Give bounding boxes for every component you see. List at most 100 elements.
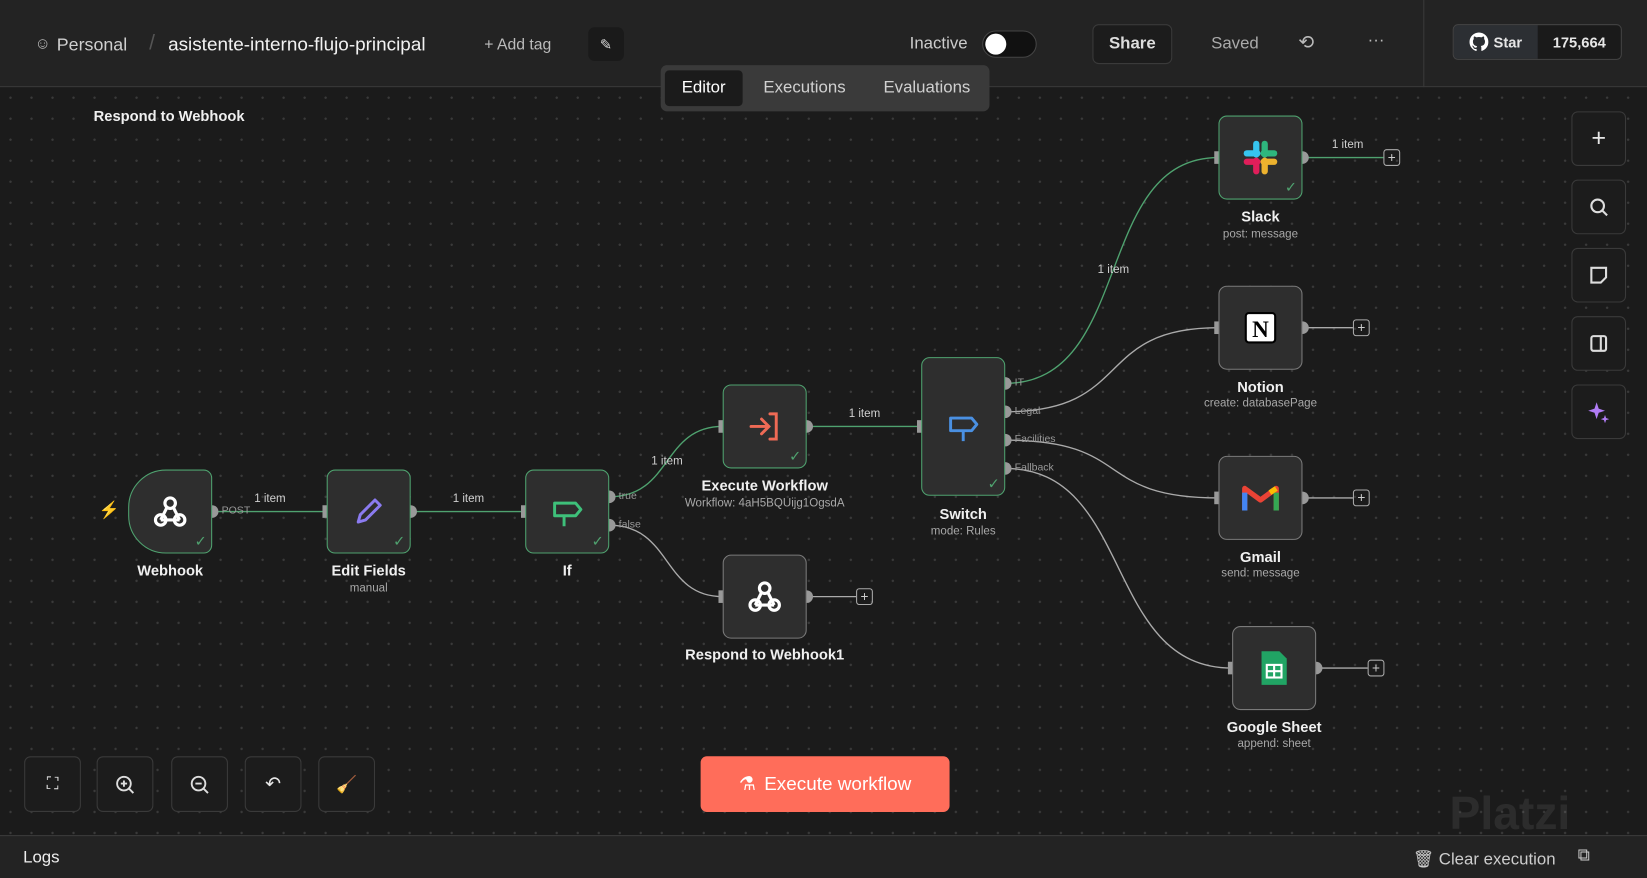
trigger-lightning-icon: ⚡ xyxy=(98,502,120,520)
zoom-in-icon xyxy=(116,775,135,794)
gmail-logo-icon xyxy=(1242,485,1279,511)
open-logs-icon[interactable]: ⧉ xyxy=(1578,847,1590,866)
port-label: false xyxy=(618,518,641,531)
node-switch[interactable]: ✓ xyxy=(921,357,1006,496)
tab-evaluations[interactable]: Evaluations xyxy=(867,70,988,106)
edge-label: 1 item xyxy=(452,492,485,506)
plus-icon: + xyxy=(1591,123,1607,153)
node-execute-workflow[interactable]: ✓ xyxy=(722,384,807,469)
sign-in-arrow-icon xyxy=(749,412,778,441)
node-label: Respond to Webhook1 xyxy=(685,645,845,663)
edge-label: 1 item xyxy=(651,454,683,468)
add-tag-button[interactable]: + Add tag xyxy=(484,36,551,54)
node-edit-fields[interactable]: ✓ xyxy=(326,469,411,554)
port-label: IT xyxy=(1014,377,1025,389)
user-icon: ☺ xyxy=(34,34,51,53)
breadcrumb-separator: / xyxy=(149,31,155,55)
search-button[interactable] xyxy=(1571,179,1627,235)
edge-if-respond1 xyxy=(609,524,723,598)
add-node-button[interactable]: + xyxy=(1352,489,1370,507)
edit-description-button[interactable]: ✎ xyxy=(588,27,624,61)
node-subtitle: send: message xyxy=(1221,567,1300,580)
success-check-icon: ✓ xyxy=(393,532,406,550)
active-toggle[interactable] xyxy=(982,30,1037,58)
tidy-up-button[interactable]: 🧹 xyxy=(318,756,375,812)
broom-icon: 🧹 xyxy=(336,775,358,794)
success-check-icon: ✓ xyxy=(591,532,604,550)
sparkles-icon xyxy=(1588,402,1610,424)
clear-execution-button[interactable]: 🗑 Clear execution xyxy=(1413,849,1556,870)
signpost-icon xyxy=(553,501,583,527)
success-check-icon: ✓ xyxy=(987,474,1000,492)
undo-icon: ↶ xyxy=(265,773,282,795)
active-status-label: Inactive xyxy=(909,34,968,53)
history-icon[interactable]: ⟲ xyxy=(1298,32,1314,54)
clear-execution-label: Clear execution xyxy=(1438,850,1556,869)
breadcrumb-workspace[interactable]: Personal xyxy=(57,35,127,56)
fullscreen-icon: ⛶ xyxy=(46,774,59,793)
notion-logo-icon: N xyxy=(1244,311,1277,344)
sticky-note-button[interactable] xyxy=(1571,247,1627,303)
node-label: Execute Workflow xyxy=(701,476,828,494)
ai-assistant-button[interactable] xyxy=(1571,384,1627,440)
node-gmail[interactable] xyxy=(1218,455,1303,540)
github-star-label: Star xyxy=(1493,33,1523,51)
add-node-panel-button[interactable]: + xyxy=(1571,111,1627,166)
google-sheets-icon xyxy=(1261,651,1287,685)
add-node-button[interactable]: + xyxy=(1383,149,1401,166)
port-label: true xyxy=(618,490,637,503)
execute-workflow-label: Execute workflow xyxy=(764,773,912,795)
fit-view-button[interactable]: ⛶ xyxy=(24,756,81,812)
note-edit-icon: ✎ xyxy=(599,35,613,52)
add-node-button[interactable]: + xyxy=(1367,659,1385,677)
add-node-button[interactable]: + xyxy=(856,588,873,606)
view-tabs: Editor Executions Evaluations xyxy=(660,65,990,112)
github-logo-icon xyxy=(1469,32,1489,52)
success-check-icon: ✓ xyxy=(1284,178,1298,196)
tab-editor[interactable]: Editor xyxy=(664,70,743,107)
webhook-icon xyxy=(748,581,781,612)
tab-executions[interactable]: Executions xyxy=(747,70,863,106)
search-icon xyxy=(1590,198,1608,217)
node-google-sheet[interactable] xyxy=(1232,626,1317,711)
sticky-note-icon xyxy=(1590,266,1608,284)
zoom-out-icon xyxy=(190,775,209,794)
workflow-name[interactable]: asistente-interno-flujo-principal xyxy=(168,34,425,56)
node-label: If xyxy=(562,561,572,579)
toggle-panel-button[interactable] xyxy=(1571,316,1627,371)
node-slack[interactable]: ✓ xyxy=(1218,115,1303,200)
node-subtitle: create: databasePage xyxy=(1203,397,1318,410)
edge-label: 1 item xyxy=(848,407,881,421)
zoom-out-button[interactable] xyxy=(171,756,228,812)
signpost-icon xyxy=(949,416,979,442)
node-subtitle: append: sheet xyxy=(1237,737,1311,750)
node-respond-to-webhook1[interactable] xyxy=(722,554,807,639)
execute-workflow-button[interactable]: ⚗ Execute workflow xyxy=(700,756,950,812)
port-label: Legal xyxy=(1014,405,1041,418)
node-label: Slack xyxy=(1241,207,1280,225)
port-label: POST xyxy=(221,505,251,517)
svg-text:N: N xyxy=(1252,316,1269,342)
more-options-icon[interactable]: ··· xyxy=(1368,32,1385,51)
panel-right-icon xyxy=(1590,335,1608,352)
undo-button[interactable]: ↶ xyxy=(244,756,302,812)
node-webhook[interactable]: ✓ xyxy=(128,469,213,554)
saved-status: Saved xyxy=(1211,34,1259,53)
share-button[interactable]: Share xyxy=(1092,24,1173,65)
success-check-icon: ✓ xyxy=(789,447,802,465)
logs-title: Logs xyxy=(23,848,60,867)
flask-icon: ⚗ xyxy=(738,773,756,795)
add-node-button[interactable]: + xyxy=(1352,319,1370,337)
node-label: Switch xyxy=(939,505,987,523)
node-label: Respond to Webhook xyxy=(93,107,245,124)
port-label: Facilities xyxy=(1014,433,1056,446)
pencil-icon xyxy=(356,498,382,524)
success-check-icon: ✓ xyxy=(194,532,207,550)
node-if[interactable]: ✓ xyxy=(525,469,610,554)
node-notion[interactable]: N xyxy=(1218,285,1303,370)
webhook-icon xyxy=(153,496,187,527)
node-subtitle: post: message xyxy=(1222,227,1299,241)
logs-panel[interactable]: Logs 🗑 Clear execution ⧉ xyxy=(0,835,1647,878)
zoom-in-button[interactable] xyxy=(96,756,154,812)
github-star-button[interactable]: Star 175,664 xyxy=(1452,24,1622,60)
